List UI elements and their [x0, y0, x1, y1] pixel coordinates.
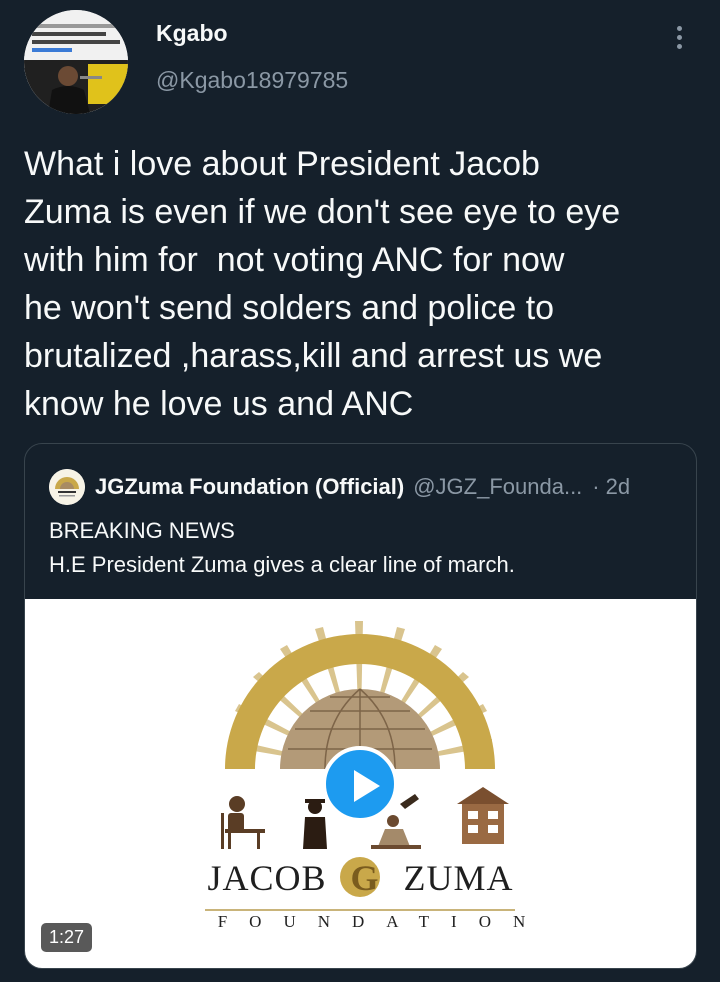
quoted-author-avatar[interactable]	[49, 469, 85, 505]
video-duration: 1:27	[41, 923, 93, 952]
more-dot	[676, 25, 682, 31]
quoted-video[interactable]: JACOB G ZUMA FOUNDATION 1:27	[25, 599, 696, 968]
tweet-text: What i love about President Jacob Zuma i…	[24, 145, 621, 423]
more-dot	[676, 34, 682, 40]
quoted-timestamp[interactable]: 2d	[606, 474, 630, 500]
logo-title-mid: G	[350, 858, 380, 898]
quoted-author-handle[interactable]: @JGZ_Founda...	[413, 474, 582, 500]
logo-title-left: JACOB	[207, 858, 327, 898]
quoted-separator: ·	[592, 474, 600, 499]
logo-subtitle: FOUNDATION	[217, 912, 548, 931]
logo-title-right: ZUMA	[403, 858, 514, 898]
quoted-tweet-header: JGZuma Foundation (Official) @JGZ_Founda…	[49, 466, 630, 508]
author-avatar[interactable]	[24, 10, 128, 114]
quoted-text-line1: BREAKING NEWS	[49, 518, 235, 543]
more-vertical-icon[interactable]	[664, 22, 694, 52]
logo-title: JACOB G ZUMA	[25, 857, 696, 899]
quoted-tweet-card[interactable]: JGZuma Foundation (Official) @JGZ_Founda…	[24, 443, 697, 969]
logo-divider	[205, 909, 515, 911]
play-icon[interactable]	[322, 746, 398, 822]
author-name[interactable]: Kgabo	[156, 20, 228, 47]
quoted-author-name[interactable]: JGZuma Foundation (Official)	[95, 474, 404, 500]
more-dot	[676, 43, 682, 49]
news-thumbnail-avatar-icon	[24, 10, 128, 114]
author-handle[interactable]: @Kgabo18979785	[156, 67, 348, 94]
quoted-text-line2: H.E President Zuma gives a clear line of…	[49, 552, 515, 577]
foundation-logo-icon	[49, 469, 85, 505]
